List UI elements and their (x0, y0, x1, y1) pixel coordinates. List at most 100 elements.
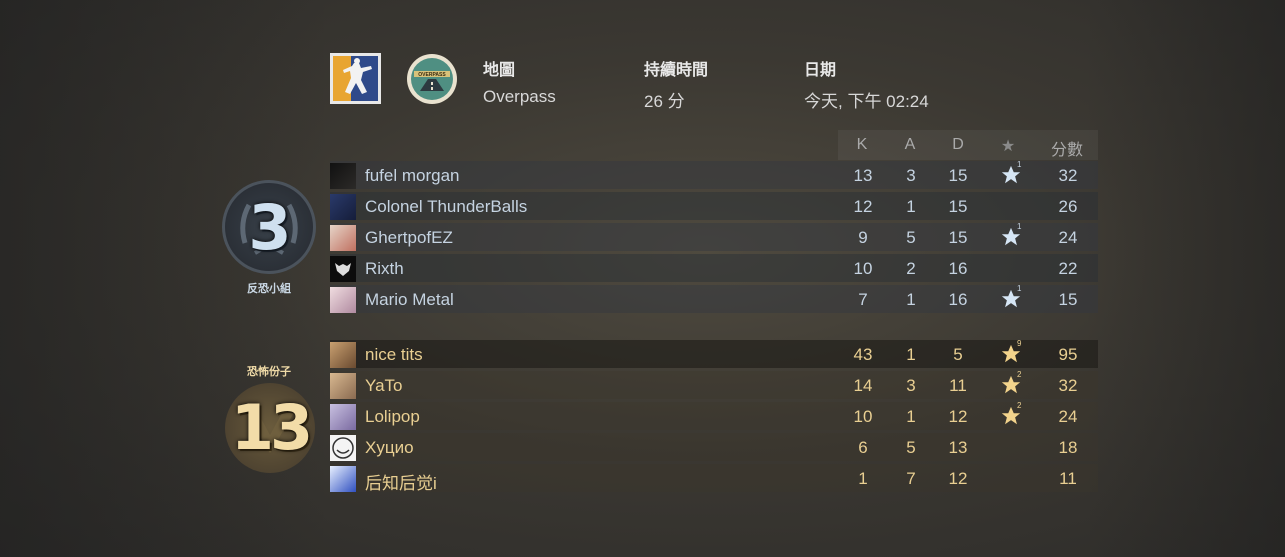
player-assists: 1 (906, 290, 916, 309)
date-label: 日期 (804, 62, 837, 79)
player-avatar (330, 256, 356, 282)
player-deaths: 11 (949, 376, 967, 395)
player-name[interactable]: Colonel ThunderBalls (365, 197, 527, 217)
player-avatar (330, 435, 356, 461)
duration-label: 持續時間 (644, 62, 709, 79)
player-kills: 10 (853, 407, 873, 426)
mvp-count: 9 (1017, 339, 1022, 348)
trollface-avatar-icon (332, 437, 354, 459)
player-score: 11 (1059, 469, 1077, 488)
col-assists: A (904, 136, 916, 153)
player-score: 24 (1058, 407, 1078, 426)
player-assists: 1 (906, 345, 916, 364)
map-label: 地圖 (483, 62, 516, 79)
table-row[interactable]: Xyцио 6 5 13 18 (330, 433, 1098, 461)
table-row[interactable]: 后知后觉i 1 7 12 11 (330, 464, 1098, 494)
mvp-count: 2 (1017, 401, 1022, 410)
player-name[interactable]: nice tits (365, 345, 423, 365)
mvp-star-icon: 1 (1000, 160, 1022, 186)
player-kills: 14 (853, 376, 873, 395)
player-score: 32 (1058, 166, 1078, 185)
player-deaths: 16 (948, 290, 968, 309)
player-deaths: 5 (953, 345, 963, 364)
ct-logo (330, 53, 381, 104)
duration-info: 持續時間 26 分 (644, 56, 708, 112)
col-score: 分數 (1050, 142, 1083, 159)
table-row[interactable]: fufel morgan 13 3 15 1 32 (330, 160, 1098, 189)
player-kills: 13 (853, 166, 873, 185)
player-assists: 2 (906, 259, 916, 278)
mvp-star-icon: 2 (1000, 370, 1022, 396)
player-score: 15 (1058, 290, 1078, 309)
wolf-avatar-icon (335, 263, 351, 276)
table-row[interactable]: nice tits 43 1 5 9 95 (330, 339, 1098, 368)
player-assists: 1 (906, 197, 916, 216)
ct-team-score: 3 (248, 191, 291, 264)
duration-value: 26 分 (644, 92, 685, 111)
table-row[interactable]: Rixth 10 2 16 22 (330, 254, 1098, 282)
player-avatar (330, 194, 356, 220)
player-assists: 7 (906, 469, 916, 488)
player-kills: 10 (853, 259, 873, 278)
player-deaths: 16 (948, 259, 968, 278)
player-avatar (330, 163, 356, 189)
t-score-badge: 13 (225, 383, 315, 473)
player-name[interactable]: Xyцио (365, 438, 414, 458)
table-row[interactable]: YaTo 14 3 11 2 32 (330, 370, 1098, 399)
player-name[interactable]: fufel morgan (365, 166, 460, 186)
player-name[interactable]: Mario Metal (365, 290, 454, 310)
player-avatar (330, 287, 356, 313)
map-icon-label: OVERPASS (418, 72, 446, 78)
player-deaths: 12 (948, 407, 968, 426)
player-assists: 5 (906, 228, 916, 247)
player-kills: 43 (853, 345, 873, 364)
player-avatar (330, 373, 356, 399)
col-mvp: ★ (1000, 138, 1016, 155)
player-avatar (330, 342, 356, 368)
table-row[interactable]: Colonel ThunderBalls 12 1 15 26 (330, 192, 1098, 220)
player-avatar (330, 225, 356, 251)
mvp-count: 1 (1017, 284, 1022, 293)
player-kills: 7 (858, 290, 868, 309)
mvp-star-icon: 9 (1000, 339, 1022, 365)
player-name[interactable]: YaTo (365, 376, 403, 396)
t-team-score: 13 (230, 391, 313, 464)
table-row[interactable]: GhertpofEZ 9 5 15 1 24 (330, 222, 1098, 251)
player-name[interactable]: Rixth (365, 259, 404, 279)
player-avatar (330, 466, 356, 492)
player-score: 26 (1058, 197, 1078, 216)
background-blur-right (1085, 0, 1285, 557)
player-score: 32 (1058, 376, 1078, 395)
mvp-star-icon: 2 (1000, 401, 1022, 427)
player-assists: 5 (906, 438, 916, 457)
date-info: 日期 今天, 下午 02:24 (804, 56, 929, 112)
player-deaths: 13 (948, 438, 968, 457)
player-name[interactable]: Lolipop (365, 407, 420, 427)
player-score: 18 (1058, 438, 1078, 457)
player-score: 95 (1058, 345, 1078, 364)
table-row[interactable]: Lolipop 10 1 12 2 24 (330, 401, 1098, 430)
col-deaths: D (952, 136, 964, 153)
date-value: 今天, 下午 02:24 (804, 92, 929, 111)
player-name[interactable]: GhertpofEZ (365, 228, 453, 248)
player-kills: 6 (858, 438, 868, 457)
player-kills: 12 (853, 197, 873, 216)
player-assists: 1 (906, 407, 916, 426)
player-name[interactable]: 后知后觉i (365, 469, 437, 494)
table-row[interactable]: Mario Metal 7 1 16 1 15 (330, 284, 1098, 313)
ct-score-badge: 3 (222, 180, 316, 274)
t-team-name: 恐怖份子 (247, 366, 291, 378)
map-overpass-icon: OVERPASS (406, 53, 458, 105)
player-deaths: 15 (948, 166, 968, 185)
scoreboard-column-header: K A D ★ 分數 (838, 130, 1098, 160)
player-score: 24 (1058, 228, 1078, 247)
player-kills: 1 (858, 469, 868, 488)
col-kills: K (856, 136, 868, 153)
mvp-count: 2 (1017, 370, 1022, 379)
player-assists: 3 (906, 376, 916, 395)
mvp-star-icon: 1 (1000, 222, 1022, 248)
mvp-star-icon: 1 (1000, 284, 1022, 310)
player-deaths: 15 (948, 197, 968, 216)
player-kills: 9 (858, 228, 868, 247)
ct-team-name: 反恐小組 (247, 283, 291, 295)
